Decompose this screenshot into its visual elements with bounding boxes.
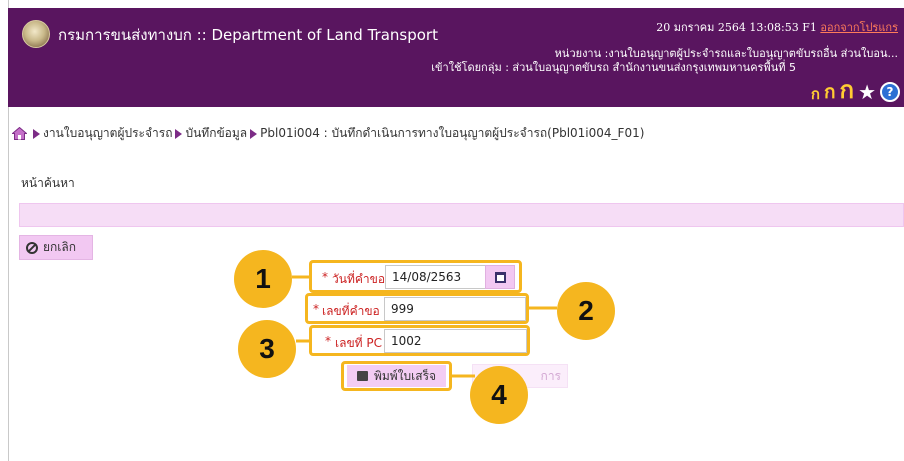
star-icon[interactable]: ★: [858, 82, 876, 102]
cancel-icon: [26, 241, 38, 254]
help-icon[interactable]: ?: [880, 82, 900, 102]
font-size-large-button[interactable]: ก: [840, 78, 855, 102]
cancel-button-label: ยกเลิก: [43, 240, 77, 254]
request-number-row: * เลขที่คำขอ 999: [305, 293, 529, 324]
step-marker-3: 3: [238, 320, 296, 378]
search-panel-bar: [19, 203, 904, 227]
user-group-info: เข้าใช้โดยกลุ่ม : ส่วนใบอนุญาตขับรถ สำนั…: [431, 61, 796, 74]
cancel-button[interactable]: ยกเลิก: [19, 235, 93, 260]
secondary-action-label: การ: [540, 368, 561, 383]
breadcrumb: งานใบอนุญาตผู้ประจำรถ บันทึกข้อมูล Pbl01…: [12, 124, 644, 143]
logout-link[interactable]: ออกจากโปรแกร: [820, 21, 898, 34]
app-header: กรมการขนส่งทางบก :: Department of Land T…: [8, 8, 904, 107]
print-receipt-label: พิมพ์ใบเสร็จ: [373, 368, 437, 383]
request-date-label: วันที่คำขอ: [332, 272, 386, 286]
font-size-medium-button[interactable]: ก: [824, 83, 836, 102]
step-marker-1: 1: [234, 250, 292, 308]
date-picker-button[interactable]: [485, 265, 515, 289]
breadcrumb-arrow-icon: [33, 128, 40, 139]
breadcrumb-item-current: Pbl01i004 : บันทึกดำเนินการทางใบอนุญาตผู…: [260, 126, 645, 140]
breadcrumb-item[interactable]: งานใบอนุญาตผู้ประจำรถ: [43, 124, 172, 143]
pc-number-label: เลขที่ PC: [335, 336, 382, 350]
datetime-text: 20 มกราคม 2564 13:08:53 F1: [656, 21, 817, 34]
required-mark: *: [322, 270, 328, 284]
breadcrumb-item[interactable]: บันทึกข้อมูล: [185, 124, 247, 143]
datetime-bar: 20 มกราคม 2564 13:08:53 F1 ออกจากโปรแกร: [656, 18, 898, 36]
breadcrumb-arrow-icon: [175, 128, 183, 139]
department-logo: [22, 20, 50, 48]
font-size-small-button[interactable]: ก: [811, 87, 820, 102]
printer-icon: [356, 371, 368, 381]
required-mark: *: [325, 334, 331, 348]
step-marker-2: 2: [557, 282, 615, 340]
print-receipt-button-inner: พิมพ์ใบเสร็จ: [347, 365, 446, 387]
request-number-label: เลขที่คำขอ: [322, 304, 380, 318]
breadcrumb-arrow-icon: [250, 128, 258, 139]
step-marker-4: 4: [470, 366, 528, 424]
pc-number-input[interactable]: 1002: [384, 329, 527, 353]
home-icon[interactable]: [12, 127, 27, 140]
calendar-icon: [494, 271, 506, 283]
page-heading: หน้าค้นหา: [21, 176, 75, 190]
print-receipt-button[interactable]: พิมพ์ใบเสร็จ: [341, 361, 452, 391]
request-number-input[interactable]: 999: [384, 297, 526, 321]
pc-number-row: * เลขที่ PC 1002: [309, 325, 530, 356]
required-mark: *: [313, 302, 319, 316]
request-date-row: * วันที่คำขอ 14/08/2563: [309, 260, 522, 293]
request-date-input[interactable]: 14/08/2563: [385, 265, 491, 289]
header-toolbar: ก ก ก ★ ?: [811, 78, 900, 102]
app-title: กรมการขนส่งทางบก :: Department of Land T…: [58, 26, 438, 44]
